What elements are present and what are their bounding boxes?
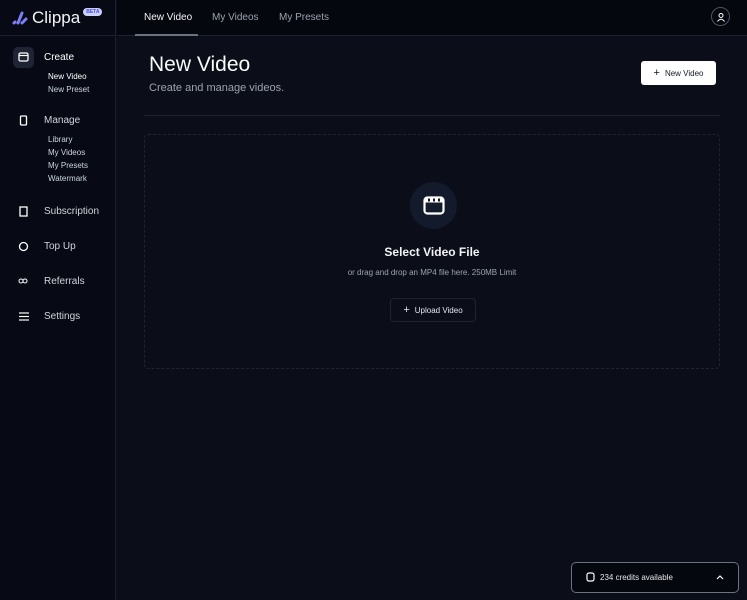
receipt-icon [13, 201, 34, 222]
page-subtitle: Create and manage videos. [149, 82, 285, 94]
top-nav: New Video My Videos My Presets [117, 0, 747, 36]
divider [144, 115, 720, 116]
sidebar-item-top-up[interactable]: Top Up [0, 235, 115, 257]
sidebar-item-subscription[interactable]: Subscription [0, 200, 115, 222]
sidebar-item-settings[interactable]: Settings [0, 305, 115, 327]
users-icon [13, 271, 34, 292]
coins-icon [586, 571, 595, 584]
user-icon [716, 12, 725, 22]
sidebar-item-manage[interactable]: Manage [0, 109, 115, 131]
dropzone-title: Select Video File [384, 245, 480, 259]
page-title: New Video [149, 53, 251, 76]
tab-my-videos[interactable]: My Videos [212, 12, 259, 23]
sidebar-label: Referrals [44, 275, 85, 287]
document-icon [13, 110, 34, 131]
plus-icon: + [403, 304, 410, 316]
credits-panel-toggle[interactable]: 234 credits available [571, 562, 739, 593]
sidebar-label: Subscription [44, 205, 100, 217]
sidebar-subitem-new-preset[interactable]: New Preset [48, 83, 115, 96]
dropzone-hint: or drag and drop an MP4 file here. 250MB… [347, 268, 517, 277]
tab-new-video[interactable]: New Video [144, 12, 192, 23]
logo[interactable]: Clippa BETA [0, 0, 115, 36]
active-tab-indicator [135, 34, 198, 36]
coins-icon [13, 236, 34, 257]
sidebar-item-referrals[interactable]: Referrals [0, 270, 115, 292]
sidebar-label: Settings [44, 310, 81, 322]
sidebar-label: Create [44, 51, 75, 63]
new-video-button[interactable]: + New Video [641, 61, 716, 85]
clapperboard-icon [410, 182, 457, 229]
sidebar-subitem-my-videos[interactable]: My Videos [48, 146, 115, 159]
chevron-up-icon [716, 573, 724, 582]
tab-my-presets[interactable]: My Presets [279, 12, 329, 23]
new-video-label: New Video [664, 68, 704, 78]
sidebar-subitem-new-video[interactable]: New Video [48, 70, 115, 83]
clippa-logo-icon [12, 11, 28, 24]
credits-label: 234 credits available [600, 573, 673, 582]
clapperboard-icon [13, 46, 34, 68]
sidebar-item-create[interactable]: Create [0, 46, 115, 68]
brand-name: Clippa [32, 7, 81, 27]
plus-icon: + [653, 67, 660, 79]
sidebar-subitem-watermark[interactable]: Watermark [48, 172, 115, 185]
upload-video-label: Upload Video [414, 305, 463, 315]
sliders-icon [13, 306, 34, 327]
video-dropzone[interactable]: Select Video File or drag and drop an MP… [144, 134, 720, 369]
sidebar-label: Top Up [44, 240, 76, 252]
sidebar: Clippa BETA Create New Video New Preset … [0, 0, 116, 600]
upload-video-button[interactable]: + Upload Video [390, 298, 476, 322]
sidebar-subitem-my-presets[interactable]: My Presets [48, 159, 115, 172]
sidebar-label: Manage [44, 114, 81, 126]
sidebar-subitem-library[interactable]: Library [48, 133, 115, 146]
beta-badge: BETA [83, 7, 103, 16]
user-avatar-button[interactable] [711, 7, 730, 26]
